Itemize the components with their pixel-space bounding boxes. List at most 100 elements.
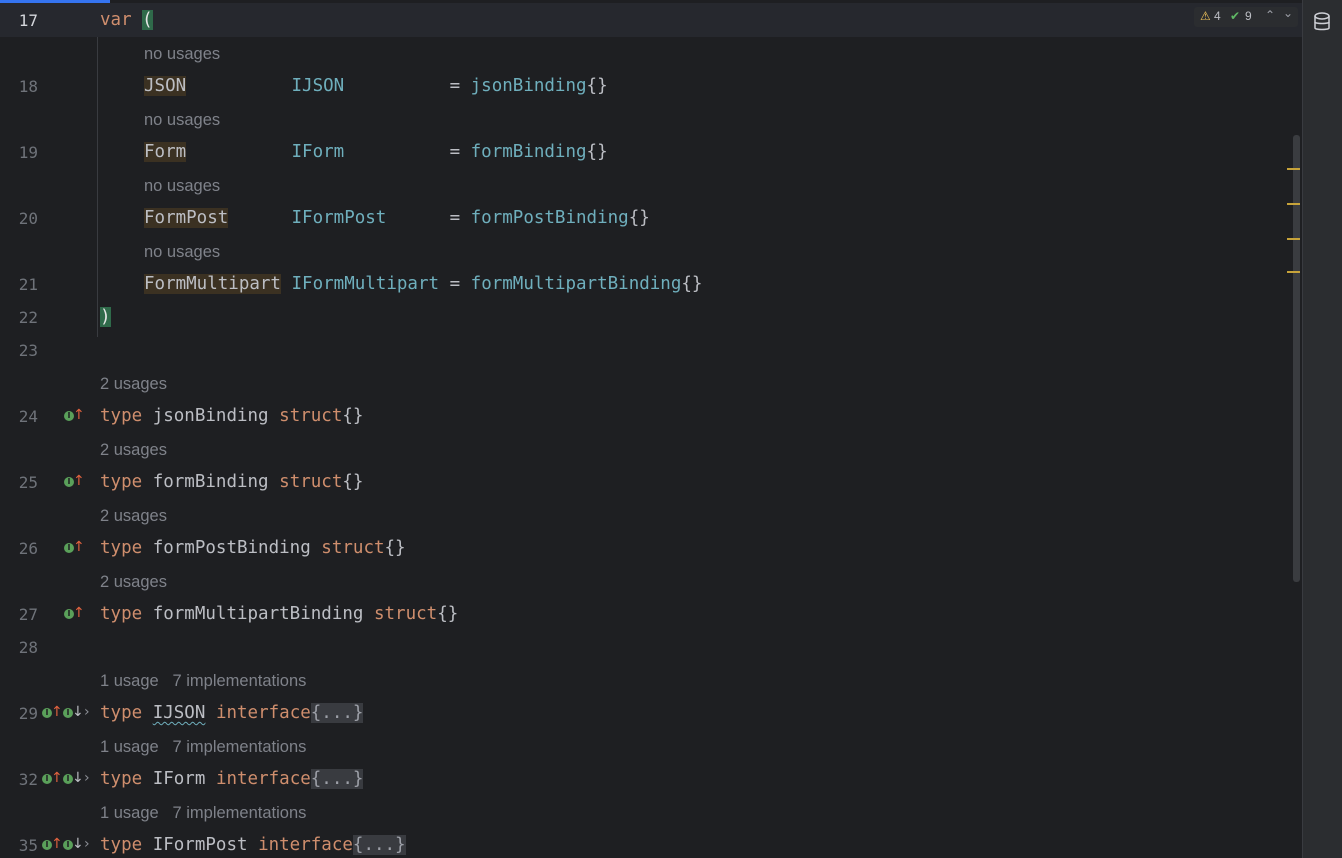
fold-chevron-icon[interactable]: ›: [84, 770, 90, 786]
usages-hint[interactable]: 1 usage 7 implementations: [100, 737, 306, 757]
implements-up-arrow-icon[interactable]: ↑: [73, 605, 85, 621]
usage-count-link[interactable]: 1 usage: [100, 804, 159, 822]
func-name: jsonBinding: [470, 76, 587, 96]
struct-name: formMultipartBinding: [152, 604, 364, 624]
implements-up-arrow-icon[interactable]: ↑: [73, 539, 85, 555]
folded-block[interactable]: {...}: [352, 835, 406, 855]
implemented-down-arrow-icon[interactable]: ↓: [72, 836, 84, 852]
keyword-var: var: [100, 10, 132, 30]
keyword-struct: struct: [373, 604, 438, 624]
keyword-type: type: [100, 472, 143, 492]
folded-block[interactable]: {...}: [310, 703, 364, 723]
code-line-18[interactable]: JSON IJSON = jsonBinding{}: [144, 75, 608, 97]
line-number[interactable]: 35: [0, 836, 38, 856]
keyword-type: type: [100, 703, 143, 723]
next-problem-icon[interactable]: ⌄: [1283, 6, 1293, 20]
previous-problem-icon[interactable]: ⌃: [1265, 8, 1275, 22]
usages-hint[interactable]: no usages: [144, 176, 220, 196]
code-line-19[interactable]: Form IForm = formBinding{}: [144, 141, 608, 163]
line-number[interactable]: 19: [0, 143, 38, 163]
code-line-27[interactable]: type formMultipartBinding struct{}: [100, 603, 458, 625]
line-number[interactable]: 20: [0, 209, 38, 229]
line-number[interactable]: 17: [0, 11, 38, 31]
usages-hint[interactable]: 2 usages: [100, 440, 167, 460]
implemented-down-arrow-icon[interactable]: ↓: [72, 704, 84, 720]
struct-name: formPostBinding: [152, 538, 311, 558]
usages-hint[interactable]: no usages: [144, 110, 220, 130]
inspection-widget[interactable]: ⚠ 4 ✔ 9 ⌃ ⌄: [1194, 6, 1298, 27]
equals: =: [449, 274, 471, 294]
code-line-22[interactable]: ): [100, 306, 111, 328]
implementations-link[interactable]: 7 implementations: [172, 672, 306, 690]
implemented-down-arrow-icon[interactable]: ↓: [72, 770, 84, 786]
usages-hint[interactable]: 1 usage 7 implementations: [100, 803, 306, 823]
keyword-struct: struct: [279, 472, 343, 492]
warning-marker[interactable]: [1287, 271, 1300, 273]
code-editor[interactable]: 17 var ( no usages 18 JSON IJSON = jsonB…: [0, 0, 1302, 858]
implements-up-arrow-icon[interactable]: ↑: [51, 836, 63, 852]
usages-hint[interactable]: 2 usages: [100, 506, 167, 526]
line-number[interactable]: 26: [0, 539, 38, 559]
code-line-20[interactable]: FormPost IFormPost = formPostBinding{}: [144, 207, 650, 229]
warning-marker[interactable]: [1287, 203, 1300, 205]
func-name: formBinding: [470, 142, 587, 162]
interface-name: IFormPost: [152, 835, 248, 855]
func-name: formPostBinding: [470, 208, 629, 228]
implementations-link[interactable]: 7 implementations: [172, 804, 306, 822]
warning-marker[interactable]: [1287, 238, 1300, 240]
warning-marker[interactable]: [1287, 168, 1300, 170]
keyword-struct: struct: [321, 538, 385, 558]
line-number[interactable]: 23: [0, 341, 38, 361]
code-line-21[interactable]: FormMultipart IFormMultipart = formMulti…: [144, 273, 702, 295]
open-paren: (: [142, 10, 153, 30]
usages-hint[interactable]: 1 usage 7 implementations: [100, 671, 306, 691]
spacing: [439, 274, 450, 294]
usage-count-link[interactable]: 1 usage: [100, 672, 159, 690]
implements-up-arrow-icon[interactable]: ↑: [73, 473, 85, 489]
line-number[interactable]: 28: [0, 638, 38, 658]
code-line-25[interactable]: type formBinding struct{}: [100, 471, 363, 493]
line-number[interactable]: 22: [0, 308, 38, 328]
usage-count-link[interactable]: 1 usage: [100, 738, 159, 756]
line-number[interactable]: 21: [0, 275, 38, 295]
line-number[interactable]: 25: [0, 473, 38, 493]
line-number[interactable]: 32: [0, 770, 38, 790]
line-number[interactable]: 18: [0, 77, 38, 97]
warning-icon: ⚠: [1200, 9, 1211, 23]
implementations-link[interactable]: 7 implementations: [172, 738, 306, 756]
code-line-17[interactable]: var (: [100, 9, 153, 31]
code-line-29[interactable]: type IJSON interface{...}: [100, 702, 364, 724]
close-paren: ): [100, 307, 111, 327]
fold-chevron-icon[interactable]: ›: [84, 836, 90, 852]
usages-hint[interactable]: no usages: [144, 44, 220, 64]
spacing: [186, 76, 291, 96]
line-number[interactable]: 29: [0, 704, 38, 724]
check-count: 9: [1245, 9, 1252, 23]
braces: {}: [384, 538, 406, 558]
usages-hint[interactable]: 2 usages: [100, 374, 167, 394]
code-line-35[interactable]: type IFormPost interface{...}: [100, 834, 406, 856]
check-icon: ✔: [1230, 9, 1241, 23]
database-icon[interactable]: [1313, 12, 1331, 32]
interface-name: IForm: [152, 769, 206, 789]
implements-up-arrow-icon[interactable]: ↑: [73, 407, 85, 423]
gutter-indent-guide: [97, 37, 98, 337]
code-line-24[interactable]: type jsonBinding struct{}: [100, 405, 363, 427]
line-number[interactable]: 24: [0, 407, 38, 427]
spacing: [228, 208, 291, 228]
keyword-type: type: [100, 406, 143, 426]
spacing: [344, 76, 449, 96]
spacing: [186, 142, 291, 162]
implements-up-arrow-icon[interactable]: ↑: [51, 770, 63, 786]
warning-count: 4: [1214, 9, 1221, 23]
code-line-26[interactable]: type formPostBinding struct{}: [100, 537, 406, 559]
fold-chevron-icon[interactable]: ›: [84, 704, 90, 720]
code-line-32[interactable]: type IForm interface{...}: [100, 768, 364, 790]
usages-hint[interactable]: 2 usages: [100, 572, 167, 592]
keyword-type: type: [100, 604, 143, 624]
usages-hint[interactable]: no usages: [144, 242, 220, 262]
implements-up-arrow-icon[interactable]: ↑: [51, 704, 63, 720]
line-number[interactable]: 27: [0, 605, 38, 625]
folded-block[interactable]: {...}: [310, 769, 364, 789]
type-name: IForm: [291, 142, 345, 162]
